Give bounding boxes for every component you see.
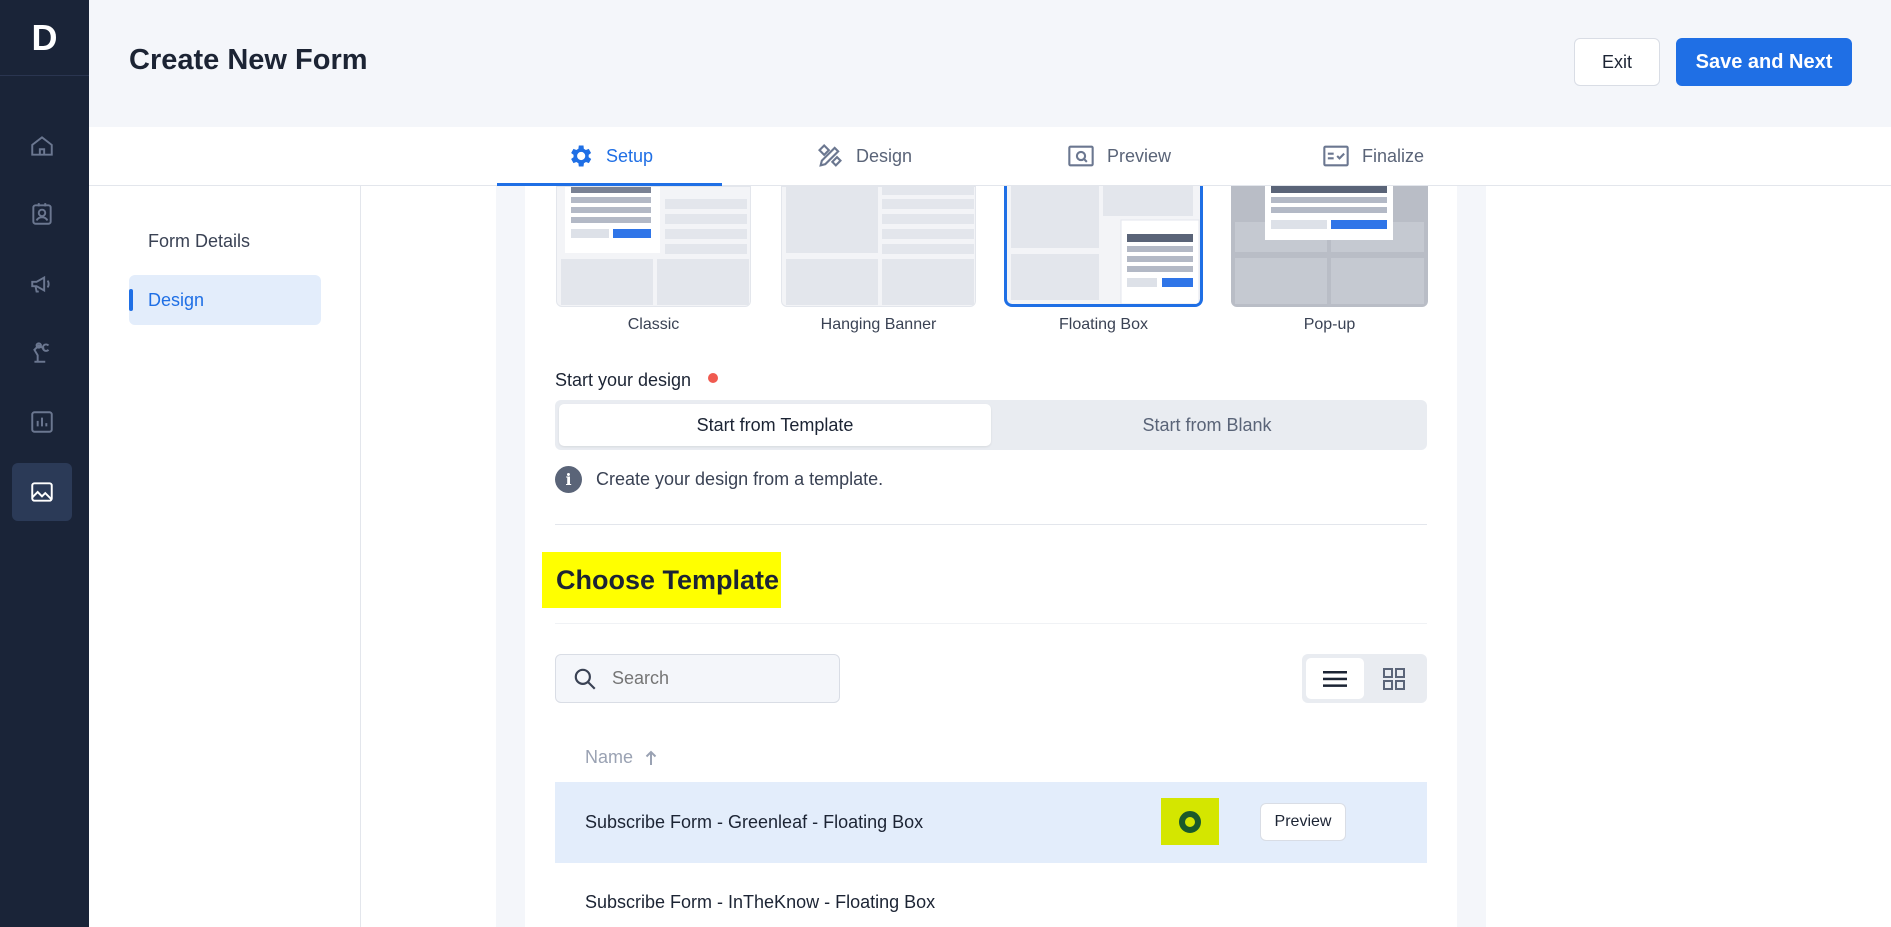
- start-design-toggle: Start from Template Start from Blank: [555, 400, 1427, 450]
- divider: [555, 623, 1427, 624]
- tab-label: Finalize: [1362, 145, 1425, 166]
- info-icon: i: [555, 466, 582, 493]
- preview-button[interactable]: Preview: [1260, 803, 1346, 841]
- view-toggle: [1302, 654, 1427, 703]
- info-message: i Create your design from a template.: [555, 466, 883, 493]
- sidebar: D: [0, 0, 89, 927]
- form-type-popup[interactable]: [1231, 186, 1428, 307]
- tab-label: Preview: [1107, 145, 1172, 166]
- automation-icon[interactable]: [12, 323, 72, 381]
- tab-label: Setup: [606, 145, 654, 166]
- start-design-label: Start your design: [555, 370, 692, 390]
- template-radio[interactable]: [1161, 798, 1219, 845]
- megaphone-icon[interactable]: [12, 255, 72, 313]
- search-icon: [574, 668, 596, 690]
- preview-icon: [1068, 145, 1094, 167]
- column-label: Name: [585, 747, 634, 767]
- list-view-button[interactable]: [1306, 658, 1364, 699]
- template-search[interactable]: [555, 654, 840, 703]
- gear-icon: [571, 145, 592, 167]
- form-type-label: Classic: [627, 316, 680, 333]
- page-header: Create New Form Exit Save and Next: [89, 0, 1891, 127]
- form-type-classic[interactable]: [556, 186, 751, 307]
- template-name: Subscribe Form - Greenleaf - Floating Bo…: [585, 812, 924, 832]
- checklist-icon: [1323, 145, 1349, 167]
- list-icon: [1323, 670, 1347, 687]
- form-type-floating-box[interactable]: [1004, 186, 1203, 307]
- page-title: Create New Form: [129, 44, 368, 76]
- pencil-ruler-icon: [818, 144, 842, 167]
- divider: [555, 524, 1427, 525]
- save-and-next-button[interactable]: Save and Next: [1676, 38, 1852, 86]
- table-row[interactable]: Subscribe Form - Greenleaf - Floating Bo…: [555, 782, 1427, 863]
- form-type-label: Hanging Banner: [820, 316, 937, 333]
- name-column-header[interactable]: Name: [585, 747, 657, 768]
- grid-view-button[interactable]: [1365, 658, 1423, 699]
- tab-finalize[interactable]: Finalize: [1322, 127, 1424, 185]
- arrow-up-icon: [645, 750, 657, 765]
- form-type-hanging-banner[interactable]: [781, 186, 976, 307]
- chart-icon[interactable]: [12, 393, 72, 451]
- start-from-template-option[interactable]: Start from Template: [559, 404, 991, 446]
- design-submenu: Form Details Design: [89, 186, 361, 927]
- home-icon[interactable]: [12, 117, 72, 175]
- submenu-item-form-details[interactable]: Form Details: [129, 216, 321, 266]
- tab-preview[interactable]: Preview: [1067, 127, 1171, 185]
- info-text: Create your design from a template.: [596, 469, 884, 489]
- required-indicator: [708, 373, 718, 383]
- table-row[interactable]: Subscribe Form - InTheKnow - Floating Bo…: [555, 862, 1427, 927]
- wizard-tabs: Setup Design Preview Finalize: [89, 127, 1891, 186]
- radio-selected-icon: [1179, 810, 1201, 833]
- tab-design[interactable]: Design: [816, 127, 912, 185]
- form-type-label: Floating Box: [1059, 316, 1148, 333]
- app-logo[interactable]: D: [0, 0, 89, 76]
- grid-icon: [1383, 667, 1405, 690]
- search-input[interactable]: [612, 668, 812, 689]
- form-type-label: Pop-up: [1303, 316, 1356, 333]
- tab-setup[interactable]: Setup: [566, 127, 653, 185]
- tab-label: Design: [856, 145, 913, 166]
- choose-template-title: Choose Template: [542, 552, 781, 608]
- image-icon[interactable]: [12, 463, 72, 521]
- exit-button[interactable]: Exit: [1574, 38, 1660, 86]
- submenu-item-design[interactable]: Design: [129, 275, 321, 325]
- template-name: Subscribe Form - InTheKnow - Floating Bo…: [585, 892, 936, 912]
- contacts-icon[interactable]: [12, 185, 72, 243]
- start-from-blank-option[interactable]: Start from Blank: [991, 404, 1423, 446]
